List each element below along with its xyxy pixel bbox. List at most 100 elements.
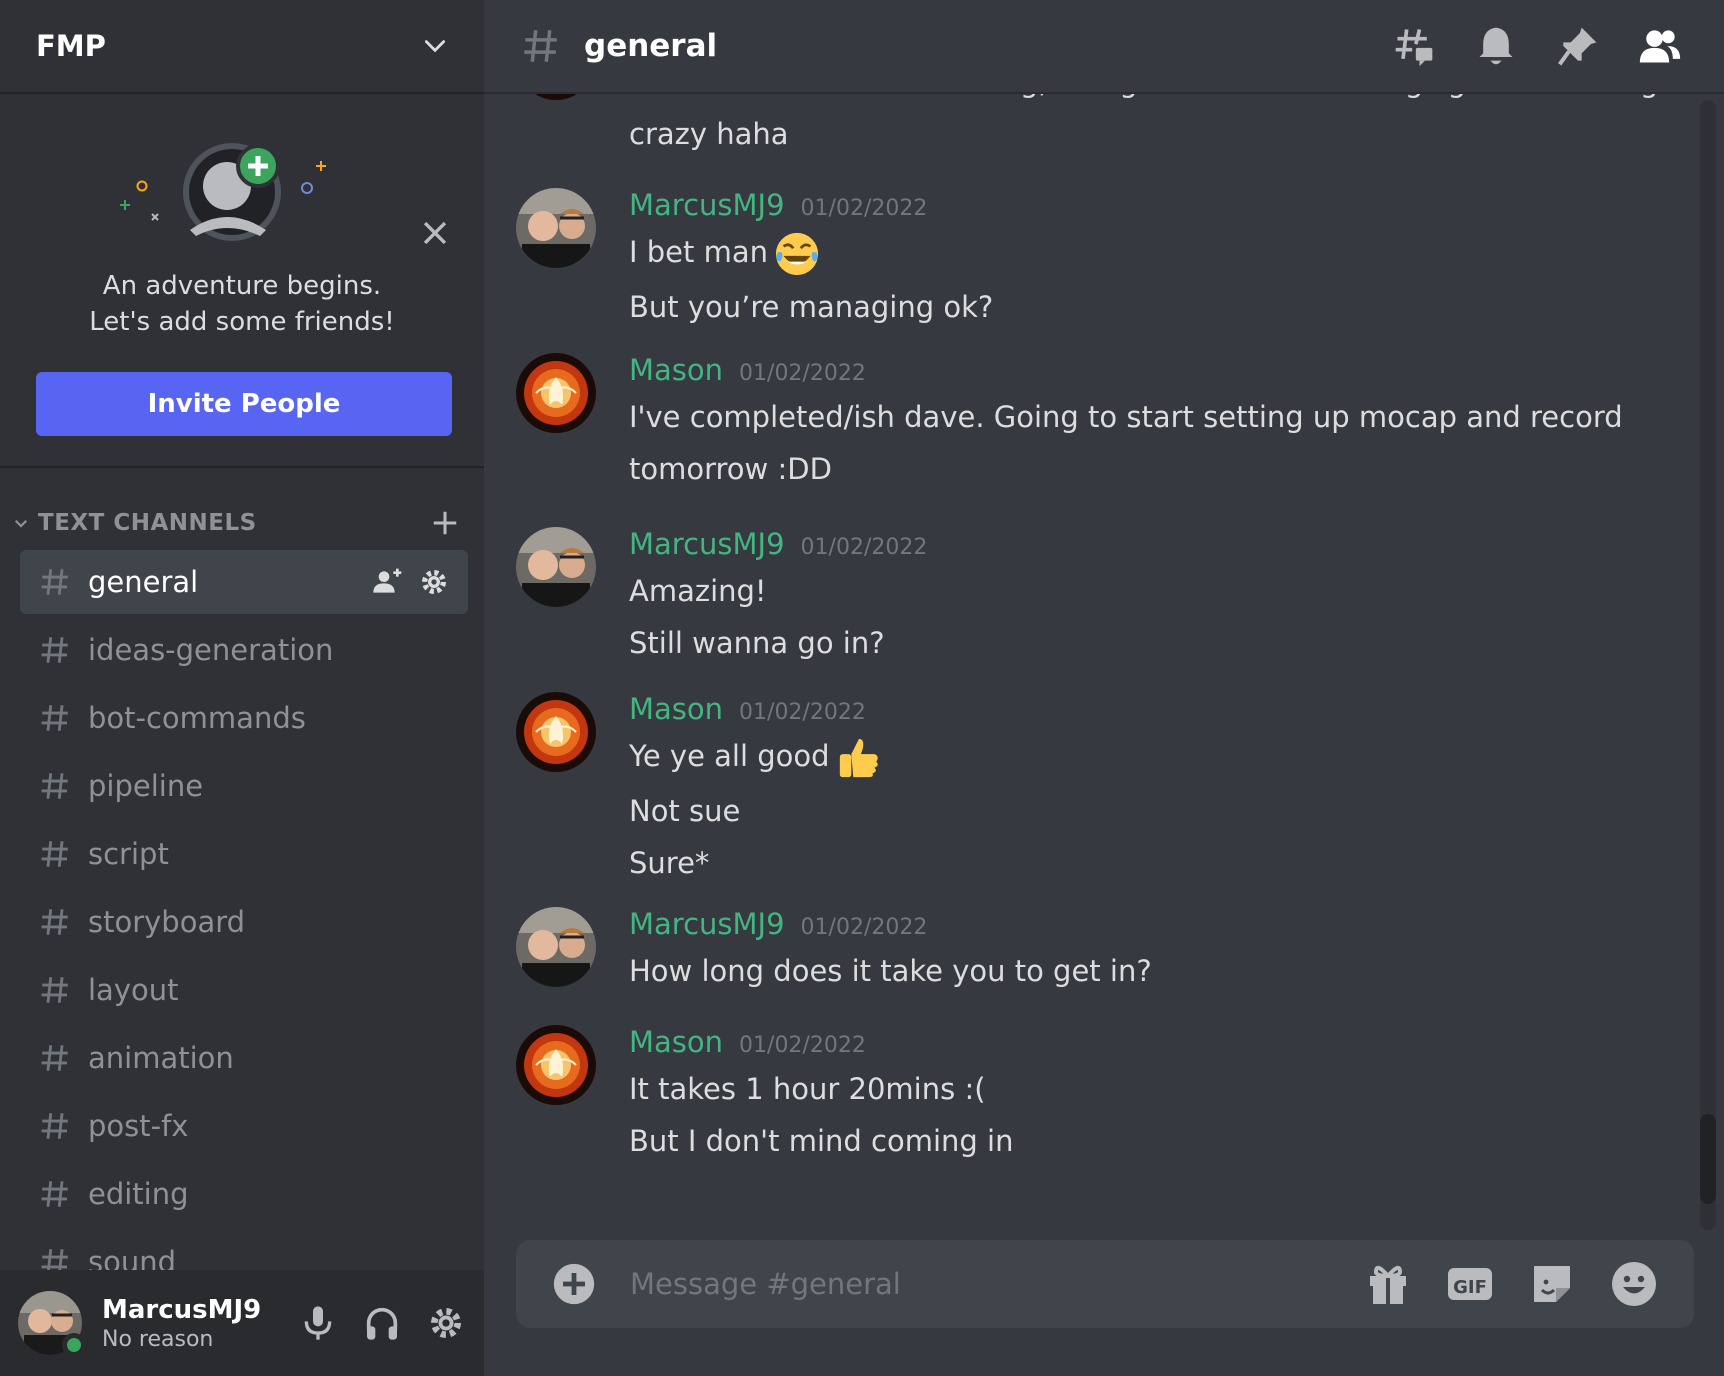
message-input[interactable] xyxy=(630,1267,1364,1301)
sidebar-item-script[interactable]: script xyxy=(20,822,468,886)
invite-people-button[interactable]: Invite People xyxy=(36,372,452,436)
username: MarcusMJ9 xyxy=(102,1294,262,1325)
sidebar-item-bot-commands[interactable]: bot-commands xyxy=(20,686,468,750)
scrollbar[interactable] xyxy=(1700,100,1716,1230)
hashtag-icon xyxy=(524,30,557,62)
chevron-down-icon[interactable] xyxy=(422,33,448,59)
message-text: Not sue xyxy=(629,794,741,828)
message-text: It takes 1 hour 20mins :( xyxy=(629,1072,986,1106)
message-timestamp: 01/02/2022 xyxy=(800,535,928,560)
avatar[interactable] xyxy=(516,188,596,268)
hashtag-icon xyxy=(38,633,72,667)
message-text: Ye ye all good xyxy=(629,734,1659,781)
member-list-icon[interactable] xyxy=(1638,24,1682,68)
message-timestamp: 01/02/2022 xyxy=(800,196,928,221)
server-header[interactable]: FMP xyxy=(0,0,484,94)
hashtag-icon xyxy=(38,973,72,1007)
scrollbar-thumb[interactable] xyxy=(1700,1114,1716,1204)
channel-name: animation xyxy=(88,1041,234,1075)
message-author[interactable]: MarcusMJ9 xyxy=(629,527,785,561)
gif-label: GIF xyxy=(1453,1277,1487,1298)
emoji-picker-icon[interactable] xyxy=(1610,1260,1658,1308)
thumbs-up-emoji-icon xyxy=(839,738,878,778)
sidebar-item-post-fx[interactable]: post-fx xyxy=(20,1094,468,1158)
avatar[interactable] xyxy=(516,353,596,433)
avatar[interactable] xyxy=(18,1291,86,1357)
message-timestamp: 01/02/2022 xyxy=(739,1033,866,1058)
message-text: I bet man xyxy=(629,230,1659,277)
channel-name: post-fx xyxy=(88,1109,189,1143)
chevron-down-icon xyxy=(14,519,28,528)
sidebar-item-layout[interactable]: layout xyxy=(20,958,468,1022)
message-author[interactable]: Mason xyxy=(629,692,723,726)
message-text: But I don't mind coming in xyxy=(629,1124,1014,1158)
online-status-indicator xyxy=(62,1333,86,1357)
category-label: TEXT CHANNELS xyxy=(38,510,257,536)
threads-icon[interactable] xyxy=(1392,24,1436,68)
create-invite-icon[interactable] xyxy=(372,566,404,598)
notification-bell-icon[interactable] xyxy=(1474,24,1518,68)
hashtag-icon xyxy=(38,565,72,599)
server-name: FMP xyxy=(36,29,106,63)
add-channel-icon[interactable] xyxy=(430,508,460,538)
channel-name: ideas-generation xyxy=(88,633,334,667)
avatar[interactable] xyxy=(516,692,596,772)
message-composer: GIF xyxy=(516,1240,1694,1328)
welcome-line-1: An adventure begins. xyxy=(102,271,382,301)
pin-icon[interactable] xyxy=(1556,24,1600,68)
chat-area: general Yeah man I feel on texturing, do… xyxy=(484,0,1724,1376)
user-status: No reason xyxy=(102,1326,214,1352)
avatar[interactable] xyxy=(516,907,596,987)
close-icon[interactable] xyxy=(418,216,452,250)
channel-name: general xyxy=(88,565,199,599)
hashtag-icon xyxy=(38,769,72,803)
message-author[interactable]: MarcusMJ9 xyxy=(629,188,785,222)
microphone-icon[interactable] xyxy=(298,1303,338,1343)
sidebar-item-storyboard[interactable]: storyboard xyxy=(20,890,468,954)
gear-icon[interactable] xyxy=(418,566,450,598)
message-timestamp: 01/02/2022 xyxy=(739,361,866,386)
sticker-icon[interactable] xyxy=(1528,1260,1576,1308)
hashtag-icon xyxy=(38,701,72,735)
channel-name: layout xyxy=(88,973,179,1007)
message-author[interactable]: Mason xyxy=(629,1025,723,1059)
message-text: Still wanna go in? xyxy=(629,626,885,660)
channel-name: script xyxy=(88,837,169,871)
user-panel: MarcusMJ9 No reason xyxy=(0,1270,484,1376)
channel-header: general xyxy=(484,0,1724,94)
channel-name: editing xyxy=(88,1177,189,1211)
gift-icon[interactable] xyxy=(1364,1260,1412,1308)
message-text: tomorrow :DD xyxy=(629,452,832,486)
message-timestamp: 01/02/2022 xyxy=(800,915,928,940)
add-attachment-icon[interactable] xyxy=(552,1262,596,1306)
user-info: MarcusMJ9 No reason xyxy=(102,1295,298,1352)
sidebar-item-general[interactable]: general xyxy=(20,550,468,614)
sidebar-item-editing[interactable]: editing xyxy=(20,1162,468,1226)
sidebar-item-pipeline[interactable]: pipeline xyxy=(20,754,468,818)
channel-list: general ideas-generation bot-commands pipel… xyxy=(20,550,468,1298)
headphones-icon[interactable] xyxy=(362,1303,402,1343)
message-timestamp: 01/02/2022 xyxy=(739,700,866,725)
avatar[interactable] xyxy=(516,1025,596,1105)
category-text-channels[interactable]: TEXT CHANNELS xyxy=(12,503,460,543)
gear-icon[interactable] xyxy=(426,1303,466,1343)
message-author[interactable]: Mason xyxy=(629,353,723,387)
channel-name: storyboard xyxy=(88,905,246,939)
sidebar-item-ideas-generation[interactable]: ideas-generation xyxy=(20,618,468,682)
channel-sidebar: FMP An adventure begins. Let's add some … xyxy=(0,0,484,1376)
welcome-message: An adventure begins. Let's add some frie… xyxy=(0,268,484,340)
message-text: I've completed/ish dave. Going to start … xyxy=(629,400,1623,434)
hashtag-icon xyxy=(38,1041,72,1075)
gif-icon[interactable]: GIF xyxy=(1446,1260,1494,1308)
message-list: Yeah man I feel on texturing, doing thes… xyxy=(484,70,1684,1240)
channel-title: general xyxy=(584,28,718,64)
hashtag-icon xyxy=(38,837,72,871)
sidebar-item-animation[interactable]: animation xyxy=(20,1026,468,1090)
message-text: Sure* xyxy=(629,846,710,880)
hashtag-icon xyxy=(38,1177,72,1211)
message-text: crazy haha xyxy=(629,117,789,151)
avatar[interactable] xyxy=(516,527,596,607)
welcome-card: An adventure begins. Let's add some frie… xyxy=(0,96,484,468)
message-author[interactable]: MarcusMJ9 xyxy=(629,907,785,941)
hashtag-icon xyxy=(38,1109,72,1143)
